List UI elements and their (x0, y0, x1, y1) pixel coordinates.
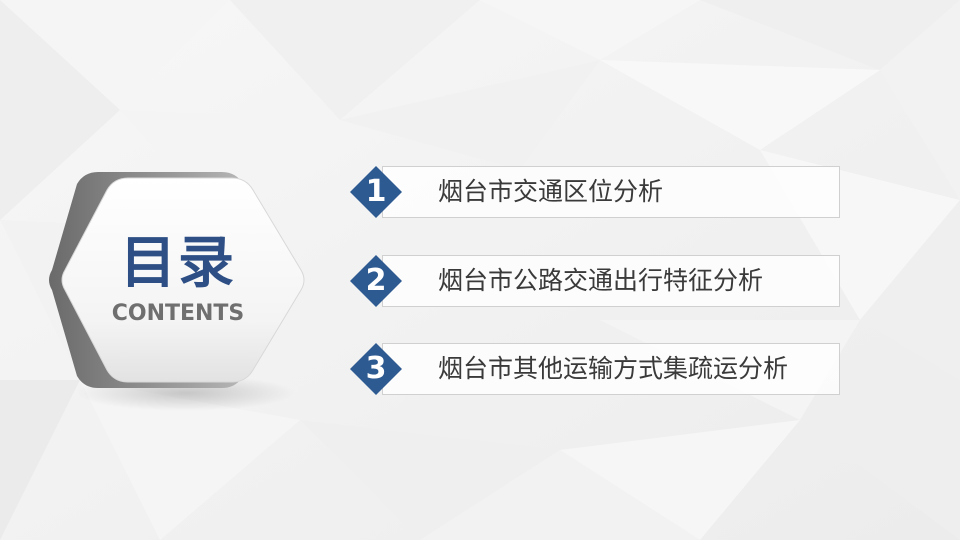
contents-item-3[interactable]: 3 烟台市其他运输方式集疏运分析 (342, 341, 842, 397)
page-title: 目录 (120, 231, 236, 296)
contents-item-1[interactable]: 1 烟台市交通区位分析 (342, 164, 842, 220)
contents-item-2[interactable]: 2 烟台市公路交通出行特征分析 (342, 253, 842, 309)
item-label: 烟台市其他运输方式集疏运分析 (438, 354, 789, 383)
item-label: 烟台市公路交通出行特征分析 (438, 266, 764, 295)
page-subtitle: CONTENTS (111, 301, 245, 326)
item-label: 烟台市交通区位分析 (438, 177, 664, 206)
item-number: 2 (365, 263, 387, 298)
item-number: 1 (365, 174, 387, 209)
item-number: 3 (365, 351, 387, 386)
